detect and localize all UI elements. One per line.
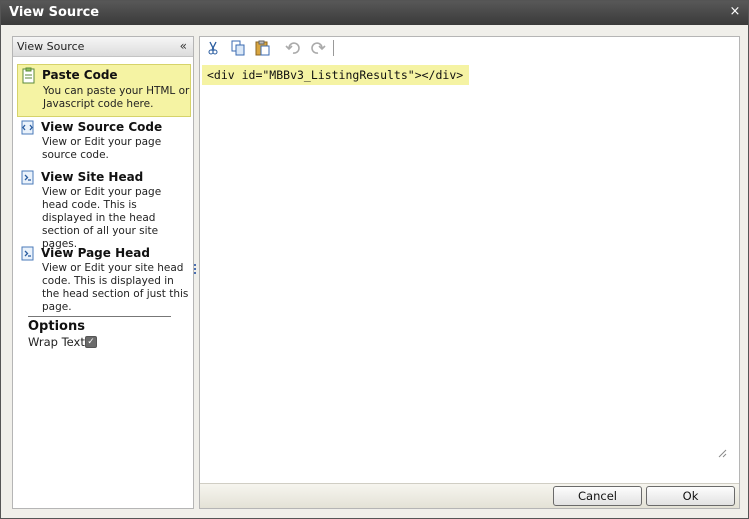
sidebar-header-label: View Source xyxy=(17,40,85,53)
sidebar-item-view-source-code[interactable]: View Source Code View or Edit your page … xyxy=(17,117,191,165)
sidebar-item-title: View Page Head xyxy=(41,246,150,260)
sidebar-item-title: View Source Code xyxy=(41,120,163,134)
wrap-text-label: Wrap Text xyxy=(28,335,85,349)
ok-button[interactable]: Ok xyxy=(646,486,735,506)
source-code-icon xyxy=(19,119,37,137)
editor-toolbar xyxy=(200,37,739,60)
sidebar-item-view-site-head[interactable]: View Site Head View or Edit your page he… xyxy=(17,167,191,250)
panel-splitter[interactable] xyxy=(194,264,197,278)
undo-icon[interactable] xyxy=(284,40,302,56)
code-line[interactable]: <div id="MBBv3_ListingResults"></div> xyxy=(202,65,470,85)
options-divider xyxy=(28,316,171,317)
sidebar-item-title: Paste Code xyxy=(42,68,118,82)
toolbar-separator xyxy=(333,40,334,56)
paste-icon[interactable] xyxy=(254,40,272,56)
site-head-icon xyxy=(19,169,37,187)
sidebar: View Source « Paste Code You can paste y… xyxy=(12,36,194,509)
page-head-icon xyxy=(19,245,37,263)
redo-icon[interactable] xyxy=(309,40,327,56)
wrap-text-checkbox[interactable]: ✓ xyxy=(85,336,97,348)
cut-icon[interactable] xyxy=(204,40,222,56)
copy-icon[interactable] xyxy=(229,40,247,56)
sidebar-item-view-page-head[interactable]: View Page Head View or Edit your site he… xyxy=(17,243,191,315)
close-icon[interactable]: × xyxy=(728,5,742,19)
cancel-button[interactable]: Cancel xyxy=(553,486,642,506)
sidebar-item-description: View or Edit your site head code. This i… xyxy=(42,262,189,313)
paste-code-icon xyxy=(20,67,38,85)
sidebar-header: View Source « xyxy=(13,37,193,57)
sidebar-item-paste-code[interactable]: Paste Code You can paste your HTML or Ja… xyxy=(17,64,191,117)
sidebar-item-description: View or Edit your page head code. This i… xyxy=(42,186,162,250)
view-source-dialog: View Source × View Source « Paste Code Y… xyxy=(0,0,749,519)
editor-panel: <div id="MBBv3_ListingResults"></div> Ca… xyxy=(199,36,740,509)
sidebar-item-title: View Site Head xyxy=(41,170,144,184)
dialog-footer: Cancel Ok xyxy=(200,483,739,508)
dialog-title: View Source xyxy=(9,5,100,20)
sidebar-item-description: View or Edit your page source code. xyxy=(42,136,162,161)
code-editor[interactable]: <div id="MBBv3_ListingResults"></div> xyxy=(202,63,738,463)
title-bar: View Source × xyxy=(1,1,748,25)
options-heading: Options xyxy=(28,319,85,334)
resize-grip-icon[interactable] xyxy=(717,448,727,458)
sidebar-item-description: You can paste your HTML or Javascript co… xyxy=(43,85,190,110)
collapse-icon[interactable]: « xyxy=(180,39,187,53)
